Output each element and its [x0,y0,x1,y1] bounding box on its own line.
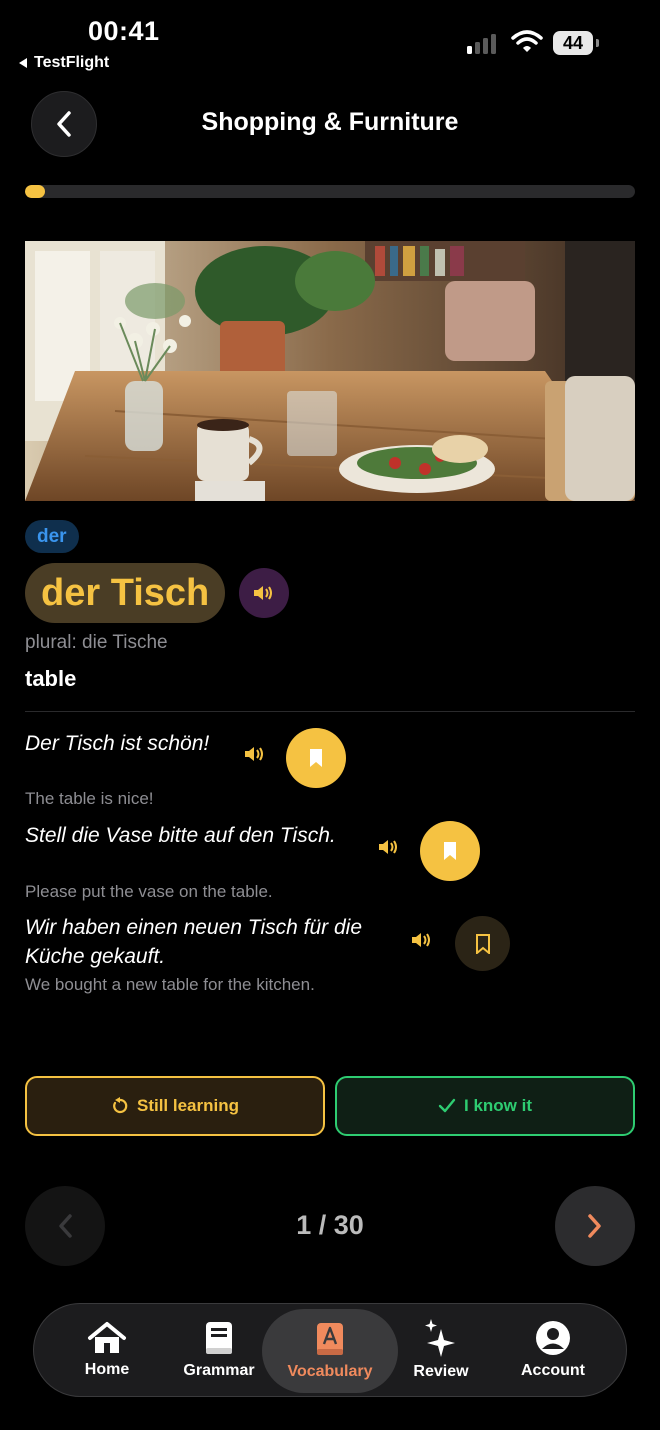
example-audio-button[interactable] [377,837,401,857]
i-know-it-label: I know it [464,1096,532,1115]
example-sentence-de: Der Tisch ist schön! [25,732,210,755]
page-title: Shopping & Furniture [201,108,459,136]
tab-review[interactable]: Review [386,1304,496,1396]
lesson-progress-bar [25,185,635,198]
example-translation: The table is nice! [25,789,154,808]
bookmark-icon [310,749,322,767]
tab-account[interactable]: Account [498,1304,608,1396]
vocabulary-word: der Tisch [25,563,226,623]
still-learning-button[interactable]: Still learning [25,1076,325,1136]
home-icon [88,1322,126,1353]
sparkles-icon [425,1319,455,1357]
example-audio-button[interactable] [410,930,434,950]
wifi-icon [511,30,543,52]
status-time: 00:41 [88,16,160,46]
next-card-button[interactable] [555,1186,635,1266]
speaker-icon [245,747,263,761]
example-translation: Please put the vase on the table. [25,882,273,901]
i-know-it-button[interactable]: I know it [335,1076,635,1136]
tab-label: Grammar [183,1362,255,1379]
tab-label: Review [413,1363,469,1380]
speaker-icon [379,840,397,854]
back-app-label: TestFlight [34,54,110,71]
bookmark-button[interactable] [286,728,346,788]
speaker-icon [254,586,272,600]
bookmark-button[interactable] [455,916,510,971]
back-triangle-icon [19,58,27,68]
bookmark-icon [444,842,456,860]
book-icon [206,1322,232,1354]
word-audio-button[interactable] [239,568,289,618]
translation: table [25,666,77,691]
account-icon [536,1321,570,1355]
article-badge: der [25,520,79,553]
speaker-icon [412,933,430,947]
progress-fill [25,185,46,198]
tab-home[interactable]: Home [52,1304,162,1396]
battery-indicator: 44 [553,31,593,55]
tab-label: Home [84,1361,130,1378]
signal-icon [467,34,496,54]
plural-form: plural: die Tische [25,632,168,653]
still-learning-label: Still learning [136,1096,240,1115]
tab-grammar[interactable]: Grammar [164,1304,274,1396]
example-sentence-de: Wir haben einen neuen Tisch für die Küch… [25,916,362,968]
bookmark-outline-icon [475,933,490,954]
tab-label: Vocabulary [287,1363,373,1380]
example-translation: We bought a new table for the kitchen. [25,975,315,994]
vocabulary-image [25,241,635,501]
refresh-icon [113,1097,128,1114]
bookmark-button[interactable] [420,821,480,881]
chevron-right-icon [588,1214,601,1238]
vocabulary-book-icon [317,1323,343,1355]
tab-vocabulary[interactable]: Vocabulary [262,1309,398,1393]
divider [25,711,635,712]
example-audio-button[interactable] [243,744,267,764]
tab-bar: Home Grammar Vocabulary Review Account [33,1303,627,1397]
example-sentence-de: Stell die Vase bitte auf den Tisch. [25,824,336,847]
battery-nub [596,39,599,47]
back-to-testflight[interactable]: TestFlight [18,54,109,72]
checkmark-icon [438,1098,456,1113]
tab-label: Account [521,1362,585,1379]
